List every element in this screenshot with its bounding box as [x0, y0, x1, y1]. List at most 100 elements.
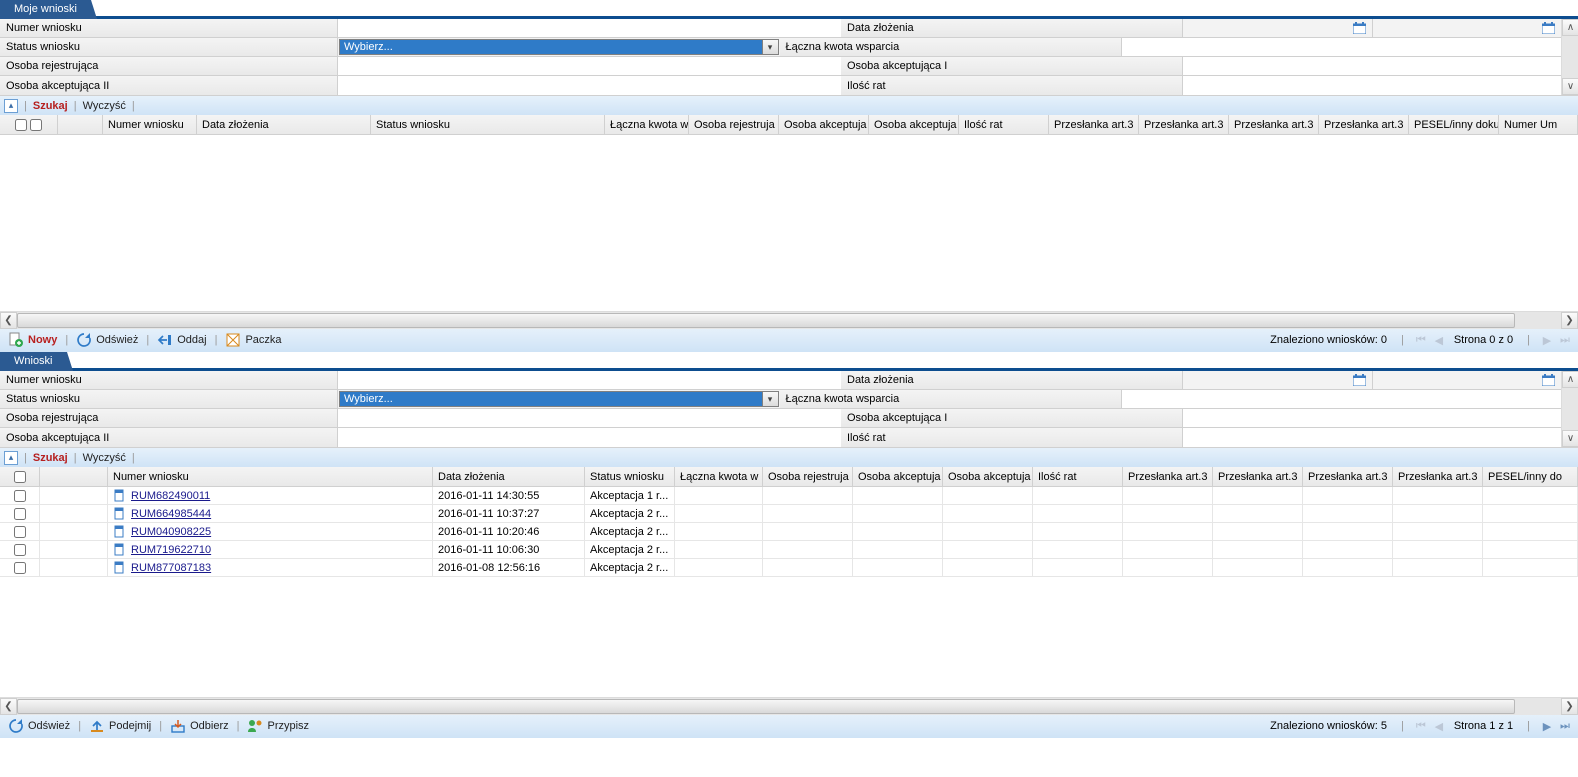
new-button[interactable]: Nowy [6, 332, 59, 348]
col-prz1[interactable]: Przesłanka art.3 [1123, 467, 1213, 486]
col-osakc2[interactable]: Osoba akceptuja [869, 115, 959, 134]
next-page-icon[interactable]: ▶ [1540, 333, 1554, 347]
col-osakc[interactable]: Osoba akceptuja [853, 467, 943, 486]
col-prz2[interactable]: Przesłanka art.3 [1213, 467, 1303, 486]
first-page-icon[interactable]: ⏮ [1414, 719, 1428, 733]
grid2-hscroll[interactable]: ❮ ❯ [0, 697, 1578, 714]
last-page-icon[interactable]: ⏭ [1558, 719, 1572, 733]
chevron-down-icon[interactable]: ▾ [763, 391, 779, 407]
scroll-left-icon[interactable]: ❮ [0, 312, 17, 329]
row-checkbox[interactable] [14, 544, 26, 556]
receive-button[interactable]: Odbierz [168, 718, 231, 734]
col-prz2[interactable]: Przesłanka art.3 [1139, 115, 1229, 134]
input-osoba-akc2-1[interactable] [338, 76, 841, 95]
tab-moje-wnioski[interactable]: Moje wnioski [0, 0, 91, 19]
col-numer[interactable]: Numer wniosku [108, 467, 433, 486]
table-row[interactable]: RUM6824900112016-01-11 14:30:55Akceptacj… [0, 487, 1578, 505]
chevron-down-icon[interactable]: ▾ [763, 39, 779, 55]
col-status[interactable]: Status wniosku [585, 467, 675, 486]
col-prz1[interactable]: Przesłanka art.3 [1049, 115, 1139, 134]
search-button-1[interactable]: Szukaj [33, 100, 68, 112]
prev-page-icon[interactable]: ◀ [1432, 333, 1446, 347]
filter-vscroll-1[interactable]: ∧ ∨ [1561, 19, 1578, 95]
grid1-hscroll[interactable]: ❮ ❯ [0, 311, 1578, 328]
col-prz4[interactable]: Przesłanka art.3 [1393, 467, 1483, 486]
wniosek-link[interactable]: RUM719622710 [131, 544, 211, 556]
col-prz3[interactable]: Przesłanka art.3 [1229, 115, 1319, 134]
col-numum[interactable]: Numer Um [1499, 115, 1578, 134]
select-status-2[interactable]: Wybierz... ▾ [338, 390, 780, 408]
calendar-icon[interactable] [1353, 22, 1366, 34]
checkbox-all-1b[interactable] [30, 119, 42, 131]
collapse-icon[interactable]: ▴ [4, 451, 18, 465]
take-button[interactable]: Podejmij [87, 718, 153, 734]
input-numer-2[interactable] [338, 371, 841, 389]
next-page-icon[interactable]: ▶ [1540, 719, 1554, 733]
calendar-icon[interactable] [1542, 374, 1555, 386]
scroll-down-icon[interactable]: ∨ [1562, 78, 1578, 95]
col-osrej[interactable]: Osoba rejestruja [689, 115, 779, 134]
calendar-icon[interactable] [1353, 374, 1366, 386]
col-ilosc[interactable]: Ilość rat [959, 115, 1049, 134]
col-numer[interactable]: Numer wniosku [103, 115, 197, 134]
collapse-icon[interactable]: ▴ [4, 99, 18, 113]
search-button-2[interactable]: Szukaj [33, 452, 68, 464]
package-button[interactable]: Paczka [223, 332, 283, 348]
col-kwota[interactable]: Łączna kwota w [675, 467, 763, 486]
scroll-right-icon[interactable]: ❯ [1561, 698, 1578, 715]
input-ilosc-rat-2[interactable] [1183, 428, 1561, 447]
row-checkbox[interactable] [14, 508, 26, 520]
col-ilosc[interactable]: Ilość rat [1033, 467, 1123, 486]
input-ilosc-rat-1[interactable] [1183, 76, 1561, 95]
wniosek-link[interactable]: RUM682490011 [131, 490, 210, 502]
col-prz4[interactable]: Przesłanka art.3 [1319, 115, 1409, 134]
first-page-icon[interactable]: ⏮ [1414, 333, 1428, 347]
wniosek-link[interactable]: RUM877087183 [131, 562, 211, 574]
row-checkbox[interactable] [14, 562, 26, 574]
col-osakc[interactable]: Osoba akceptuja [779, 115, 869, 134]
input-osoba-akc2-2[interactable] [338, 428, 841, 447]
input-osoba-rej-2[interactable] [338, 409, 841, 427]
wniosek-link[interactable]: RUM040908225 [131, 526, 211, 538]
input-osoba-akc1-1[interactable] [1183, 57, 1561, 75]
input-kwota-2[interactable] [1122, 390, 1562, 408]
table-row[interactable]: RUM8770871832016-01-08 12:56:16Akceptacj… [0, 559, 1578, 577]
wniosek-link[interactable]: RUM664985444 [131, 508, 211, 520]
col-data[interactable]: Data złożenia [433, 467, 585, 486]
table-row[interactable]: RUM0409082252016-01-11 10:20:46Akceptacj… [0, 523, 1578, 541]
refresh-button-1[interactable]: Odśwież [74, 332, 140, 348]
input-numer-1[interactable] [338, 19, 841, 37]
input-kwota-1[interactable] [1122, 38, 1562, 56]
scroll-left-icon[interactable]: ❮ [0, 698, 17, 715]
input-osoba-rej-1[interactable] [338, 57, 841, 75]
filter-vscroll-2[interactable]: ∧ ∨ [1561, 371, 1578, 447]
refresh-button-2[interactable]: Odśwież [6, 718, 72, 734]
clear-button-1[interactable]: Wyczyść [83, 100, 126, 112]
assign-button[interactable]: Przypisz [245, 718, 311, 734]
calendar-icon[interactable] [1542, 22, 1555, 34]
col-osrej[interactable]: Osoba rejestruja [763, 467, 853, 486]
col-pesel[interactable]: PESEL/inny doku [1409, 115, 1499, 134]
scroll-up-icon[interactable]: ∧ [1562, 19, 1578, 36]
input-osoba-akc1-2[interactable] [1183, 409, 1561, 427]
give-back-button[interactable]: Oddaj [155, 332, 208, 348]
checkbox-all-1a[interactable] [15, 119, 27, 131]
scroll-right-icon[interactable]: ❯ [1561, 312, 1578, 329]
tab-wnioski[interactable]: Wnioski [0, 352, 67, 371]
select-status-1[interactable]: Wybierz... ▾ [338, 38, 780, 56]
table-row[interactable]: RUM7196227102016-01-11 10:06:30Akceptacj… [0, 541, 1578, 559]
prev-page-icon[interactable]: ◀ [1432, 719, 1446, 733]
col-data[interactable]: Data złożenia [197, 115, 371, 134]
col-status[interactable]: Status wniosku [371, 115, 605, 134]
last-page-icon[interactable]: ⏭ [1558, 333, 1572, 347]
row-checkbox[interactable] [14, 490, 26, 502]
col-kwota[interactable]: Łączna kwota w [605, 115, 689, 134]
scroll-down-icon[interactable]: ∨ [1562, 430, 1578, 447]
scroll-up-icon[interactable]: ∧ [1562, 371, 1578, 388]
clear-button-2[interactable]: Wyczyść [83, 452, 126, 464]
table-row[interactable]: RUM6649854442016-01-11 10:37:27Akceptacj… [0, 505, 1578, 523]
col-pesel[interactable]: PESEL/inny do [1483, 467, 1578, 486]
checkbox-all-2[interactable] [14, 471, 26, 483]
col-prz3[interactable]: Przesłanka art.3 [1303, 467, 1393, 486]
row-checkbox[interactable] [14, 526, 26, 538]
